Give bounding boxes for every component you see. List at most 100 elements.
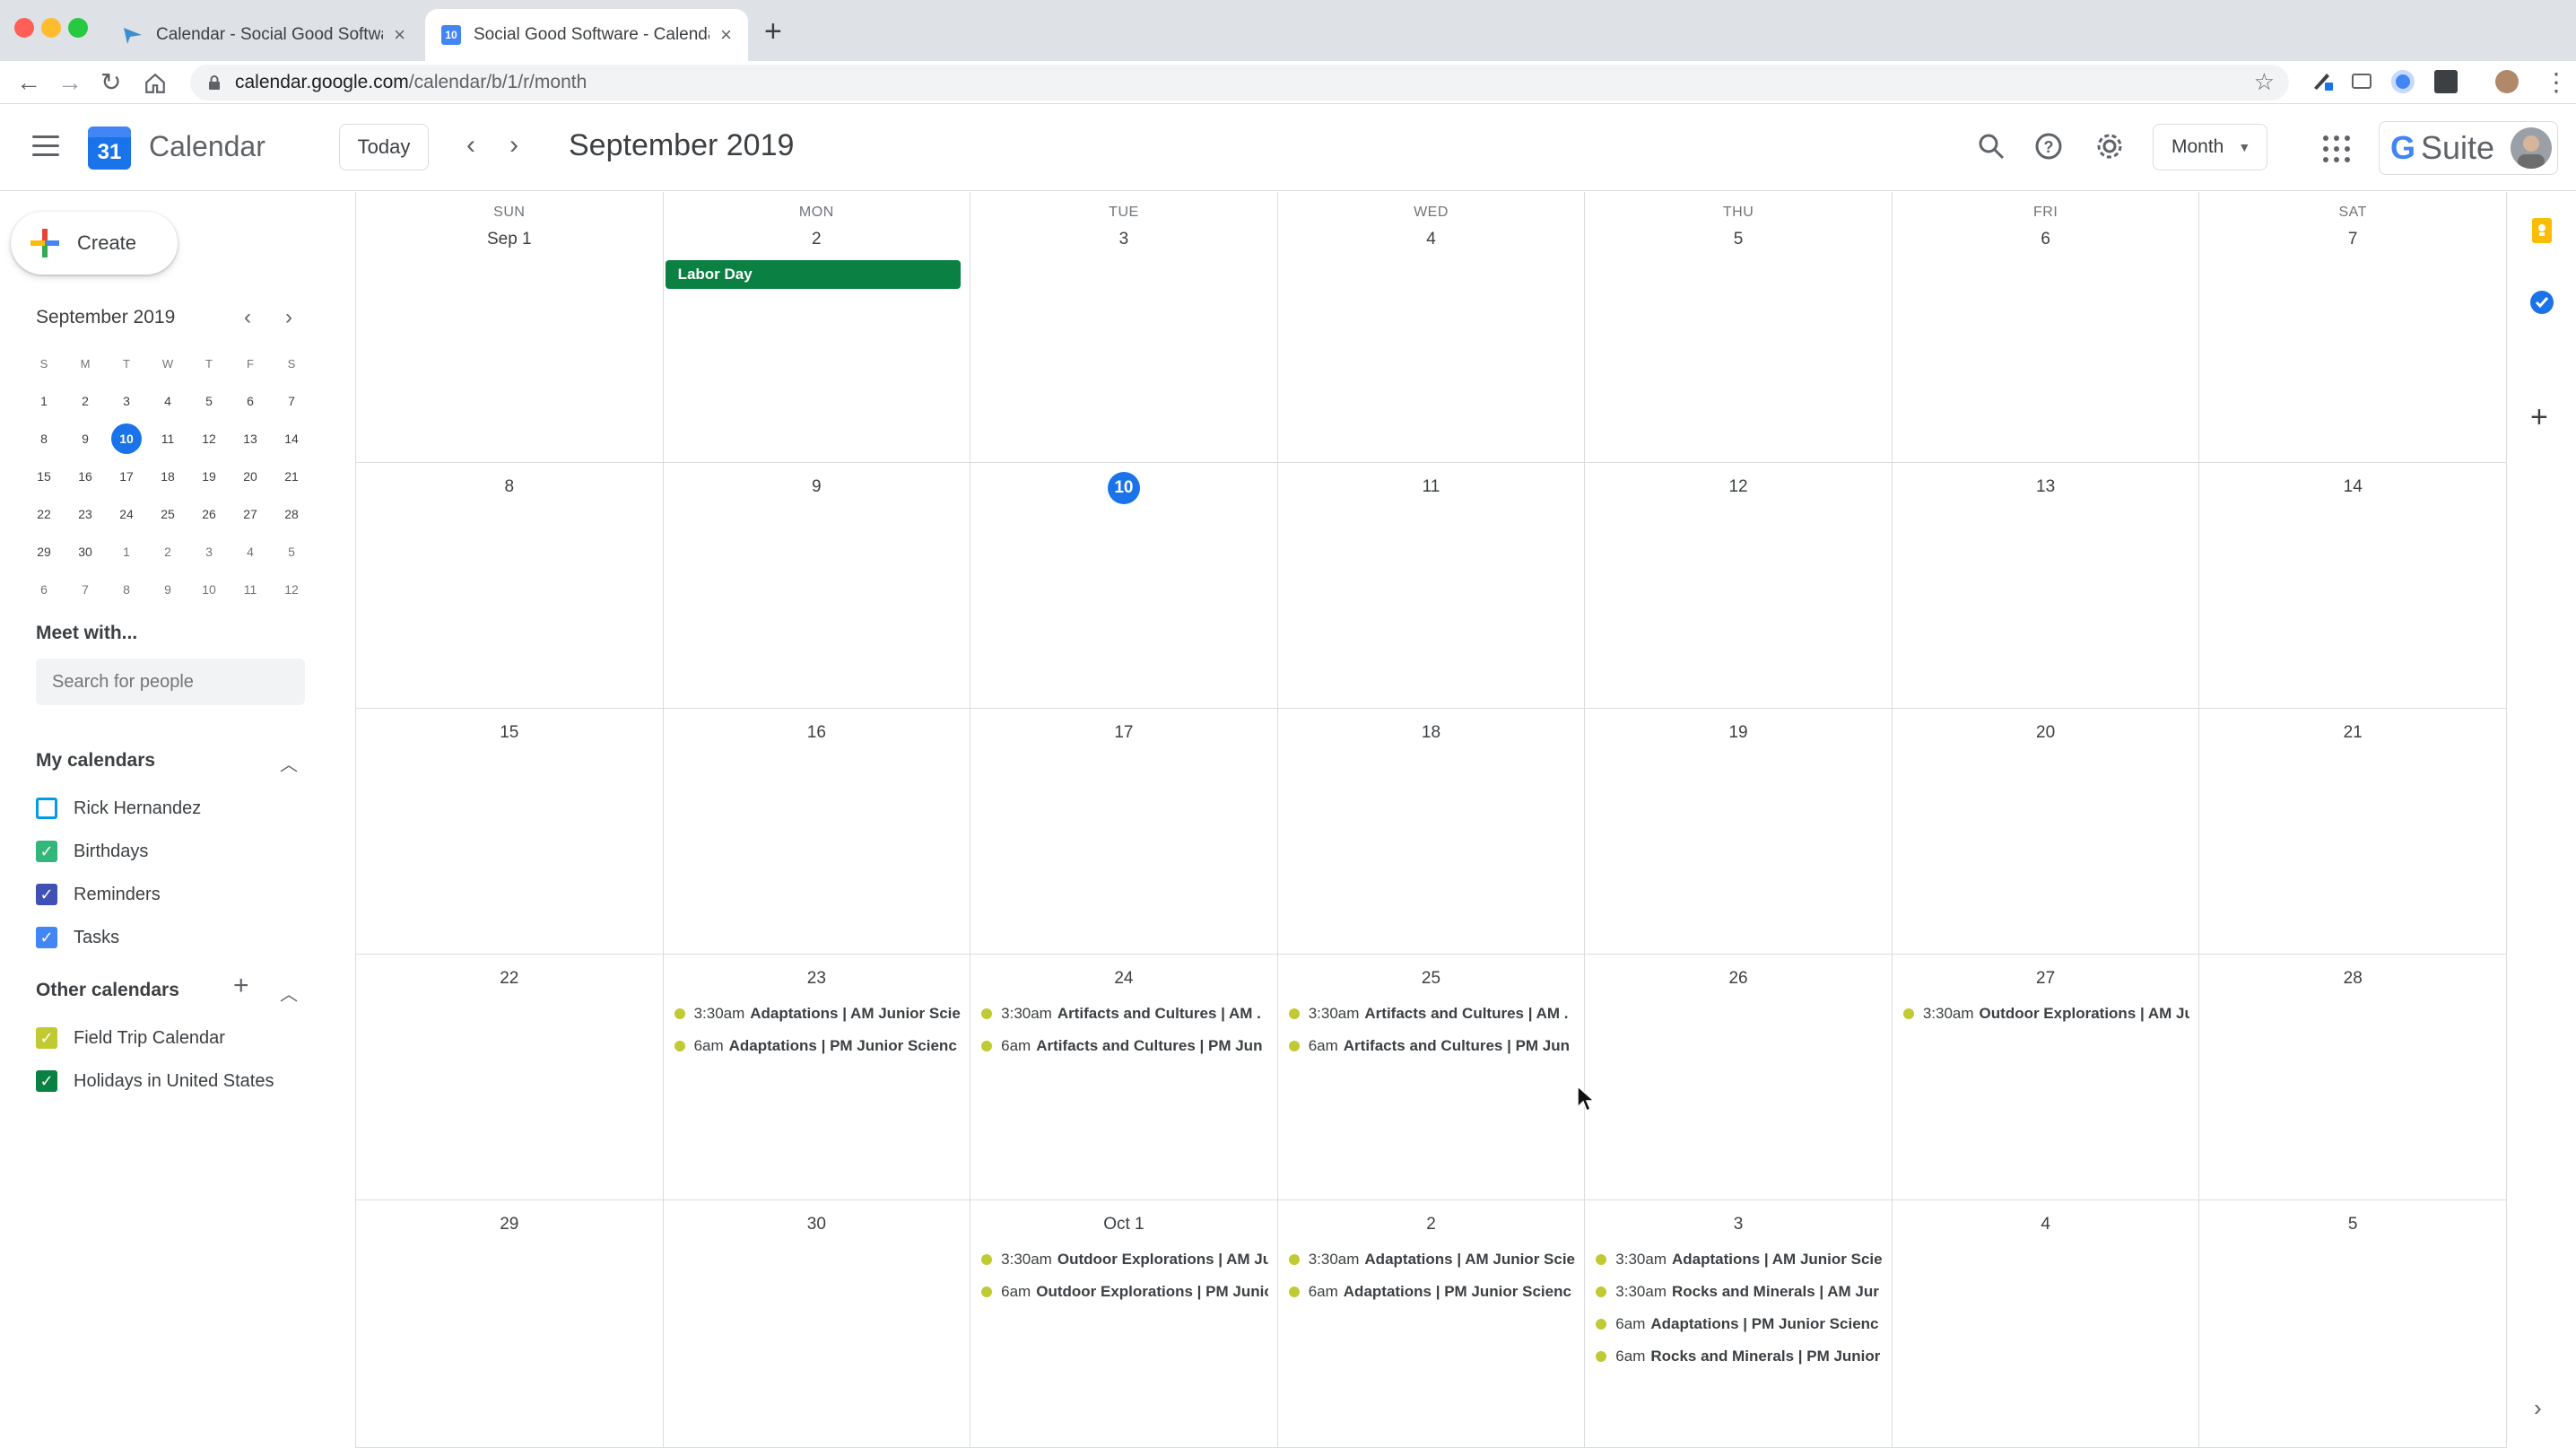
next-period-chevron-icon[interactable]: ›: [509, 130, 518, 161]
date-number[interactable]: 4: [1426, 230, 1436, 249]
day-cell[interactable]: Oct 1 3:30am Outdoor Explorations | AM Ju 6…: [970, 1200, 1278, 1448]
date-number[interactable]: 2: [1426, 1215, 1436, 1234]
date-number[interactable]: 6: [2041, 230, 2050, 249]
event-chip[interactable]: 6am Artifacts and Cultures | PM Jun: [981, 1034, 1268, 1059]
window-close-button[interactable]: [14, 18, 34, 38]
mini-day[interactable]: 8: [106, 582, 147, 597]
pen-extension-icon[interactable]: [2311, 68, 2334, 92]
day-cell[interactable]: 10: [970, 463, 1278, 709]
new-tab-plus-icon[interactable]: +: [764, 14, 782, 49]
mini-day[interactable]: 4: [147, 394, 188, 408]
event-chip[interactable]: 6am Artifacts and Cultures | PM Jun: [1288, 1034, 1576, 1059]
add-calendar-plus-icon[interactable]: +: [233, 971, 249, 1001]
calendar-list-item[interactable]: ✓ Birthdays: [36, 838, 148, 865]
mini-day[interactable]: 21: [271, 469, 312, 484]
event-chip[interactable]: 3:30am Artifacts and Cultures | AM .: [1288, 1001, 1576, 1026]
event-chip[interactable]: 3:30am Rocks and Minerals | AM Jur: [1596, 1279, 1883, 1304]
date-number[interactable]: 23: [807, 969, 826, 989]
mini-day[interactable]: 28: [271, 507, 312, 521]
date-number[interactable]: 24: [1114, 969, 1133, 989]
mini-day[interactable]: 1: [106, 545, 147, 559]
event-chip[interactable]: 6am Rocks and Minerals | PM Junior: [1596, 1344, 1883, 1369]
date-number[interactable]: 5: [2348, 1215, 2358, 1234]
main-menu-icon[interactable]: [32, 135, 59, 157]
day-cell[interactable]: 16: [663, 709, 971, 955]
event-chip[interactable]: 3:30am Artifacts and Cultures | AM .: [981, 1001, 1268, 1026]
date-number[interactable]: 3: [1734, 1215, 1744, 1234]
day-cell[interactable]: 30: [663, 1200, 971, 1448]
mini-day[interactable]: 22: [23, 507, 65, 521]
date-number[interactable]: 3: [1119, 230, 1129, 249]
day-cell[interactable]: 13: [1892, 463, 2200, 709]
chevron-up-icon[interactable]: ︿: [280, 980, 298, 1006]
day-cell[interactable]: 5: [2199, 1200, 2507, 1448]
mini-day[interactable]: 18: [147, 469, 188, 484]
mini-day[interactable]: 2: [65, 394, 106, 408]
event-chip[interactable]: 3:30am Adaptations | AM Junior Scie: [1288, 1247, 1576, 1272]
day-cell[interactable]: 3 3:30am Adaptations | AM Junior Scie 3:30a…: [1585, 1200, 1893, 1448]
mini-day[interactable]: 5: [188, 394, 230, 408]
day-cell[interactable]: WED 4: [1277, 192, 1586, 463]
day-cell[interactable]: 18: [1277, 709, 1586, 955]
calendar-list-item[interactable]: ✓ Tasks: [36, 924, 119, 951]
extension-circle-icon[interactable]: [2391, 70, 2415, 93]
today-button[interactable]: Today: [339, 124, 429, 170]
day-cell[interactable]: 11: [1277, 463, 1586, 709]
home-icon[interactable]: [144, 72, 167, 95]
mini-day[interactable]: 24: [106, 507, 147, 521]
date-number[interactable]: 7: [2348, 230, 2358, 249]
mini-day[interactable]: 10: [106, 423, 147, 454]
mini-day[interactable]: 7: [271, 394, 312, 408]
day-cell[interactable]: 22: [356, 955, 664, 1200]
expand-panel-chevron-icon[interactable]: ›: [2534, 1394, 2542, 1422]
day-cell[interactable]: 26: [1585, 955, 1893, 1200]
date-number[interactable]: 16: [807, 723, 826, 743]
mini-day[interactable]: 15: [23, 469, 65, 484]
event-chip[interactable]: 6am Outdoor Explorations | PM Junio: [981, 1279, 1268, 1304]
window-zoom-button[interactable]: [68, 18, 88, 38]
mini-day[interactable]: 12: [188, 432, 230, 446]
day-cell[interactable]: SAT 7: [2199, 192, 2507, 463]
date-number[interactable]: 19: [1728, 723, 1747, 743]
date-number[interactable]: 8: [504, 477, 514, 497]
search-icon[interactable]: [1975, 130, 2007, 162]
day-cell[interactable]: 24 3:30am Artifacts and Cultures | AM . 6am…: [970, 955, 1278, 1200]
day-cell[interactable]: 23 3:30am Adaptations | AM Junior Scie 6am A…: [663, 955, 971, 1200]
mini-day[interactable]: 27: [230, 507, 271, 521]
day-cell[interactable]: 20: [1892, 709, 2200, 955]
date-number[interactable]: 25: [1422, 969, 1440, 989]
address-bar[interactable]: calendar.google.com/calendar/b/1/r/month…: [190, 65, 2289, 100]
day-cell[interactable]: FRI 6: [1892, 192, 2200, 463]
mini-day[interactable]: 6: [230, 394, 271, 408]
date-number[interactable]: 2: [812, 230, 822, 249]
profile-avatar[interactable]: [2495, 70, 2519, 93]
mini-day[interactable]: 3: [188, 545, 230, 559]
day-cell[interactable]: 4: [1892, 1200, 2200, 1448]
previous-period-chevron-icon[interactable]: ‹: [466, 130, 475, 161]
google-apps-icon[interactable]: [2323, 135, 2350, 162]
checked-checkbox-icon[interactable]: ✓: [36, 1070, 57, 1092]
today-date-number[interactable]: 10: [1107, 472, 1140, 504]
cast-icon[interactable]: [2350, 70, 2373, 93]
close-icon[interactable]: ×: [394, 23, 405, 47]
date-number[interactable]: 27: [2036, 969, 2055, 989]
window-minimize-button[interactable]: [41, 18, 61, 38]
date-number[interactable]: 11: [1423, 477, 1440, 497]
mini-day[interactable]: 7: [65, 582, 106, 597]
gsuite-account-button[interactable]: G Suite: [2379, 121, 2558, 175]
day-cell[interactable]: 8: [356, 463, 664, 709]
date-number[interactable]: 14: [2344, 477, 2363, 497]
day-cell[interactable]: 17: [970, 709, 1278, 955]
tasks-check-icon[interactable]: [2527, 287, 2557, 318]
mini-prev-chevron-icon[interactable]: ‹: [244, 305, 251, 330]
date-number[interactable]: 5: [1734, 230, 1744, 249]
keep-notes-icon[interactable]: [2527, 215, 2557, 246]
mini-day[interactable]: 10: [188, 582, 230, 597]
mini-day[interactable]: 11: [230, 582, 271, 597]
settings-gear-icon[interactable]: [2093, 130, 2126, 162]
mini-day[interactable]: 6: [23, 582, 65, 597]
date-number[interactable]: Oct 1: [1103, 1215, 1144, 1234]
mini-day[interactable]: 25: [147, 507, 188, 521]
back-arrow-icon[interactable]: ←: [16, 68, 41, 97]
date-number[interactable]: 26: [1728, 969, 1747, 989]
